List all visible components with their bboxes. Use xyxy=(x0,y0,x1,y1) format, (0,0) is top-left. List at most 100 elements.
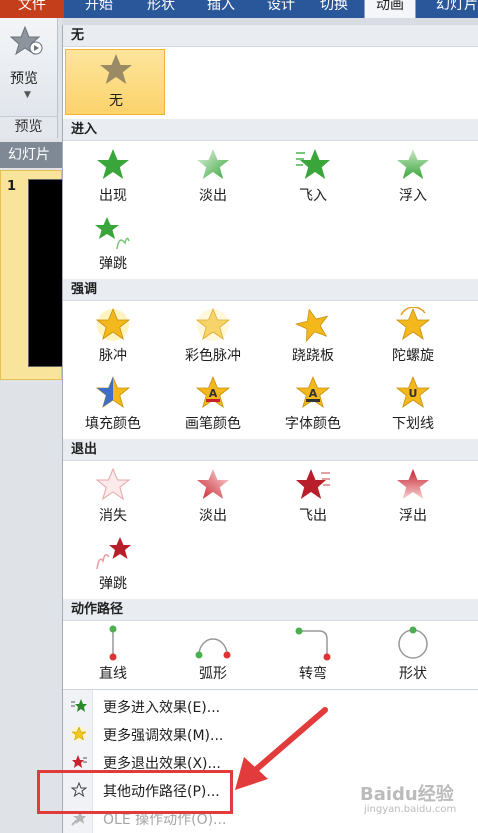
section-header-exit: 退出 xyxy=(63,439,478,461)
menu-separator xyxy=(63,689,478,690)
path-line-label: 直线 xyxy=(99,666,127,682)
tab-transitions[interactable]: 切换 xyxy=(305,0,363,18)
path-shape[interactable]: 形状 xyxy=(363,623,463,689)
emphasis-pulse-icon xyxy=(95,307,131,341)
svg-text:U: U xyxy=(409,387,418,400)
menu-more-entrance-label: 更多进入效果(E)... xyxy=(103,700,221,716)
entrance-fade-label: 淡出 xyxy=(199,188,227,204)
watermark-sub: jingyan.baidu.com xyxy=(364,804,457,815)
watermark: Baidu经验 jingyan.baidu.com xyxy=(360,780,470,820)
emphasis-pulse[interactable]: 脉冲 xyxy=(63,305,163,371)
entrance-bounce-icon xyxy=(95,217,130,250)
entrance-appear-label: 出现 xyxy=(99,188,127,204)
path-arc-label: 弧形 xyxy=(199,666,227,682)
entrance-float-in-label: 浮入 xyxy=(399,188,427,204)
exit-disappear[interactable]: 消失 xyxy=(63,465,163,531)
path-turn[interactable]: 转弯 xyxy=(263,623,363,689)
emphasis-font-color[interactable]: A 字体颜色 xyxy=(263,373,363,439)
emphasis-line-color-label: 画笔颜色 xyxy=(185,416,241,432)
tab-slideshow[interactable]: 幻灯片 xyxy=(422,0,478,18)
entrance-appear[interactable]: 出现 xyxy=(63,145,163,211)
emphasis-fill-color[interactable]: 填充颜色 xyxy=(63,373,163,439)
exit-bounce[interactable]: 弹跳 xyxy=(63,533,163,599)
path-line-icon xyxy=(109,625,117,661)
emphasis-underline-label: 下划线 xyxy=(392,416,434,432)
emphasis-color-pulse-label: 彩色脉冲 xyxy=(185,348,241,364)
section-header-entrance: 进入 xyxy=(63,119,478,141)
yellow-star-icon xyxy=(71,726,87,742)
left-column: 预览 ▼ 预览 幻灯片 1 xyxy=(0,18,64,833)
emphasis-spin[interactable]: 陀螺旋 xyxy=(363,305,463,371)
entrance-fly-in[interactable]: 飞入 xyxy=(263,145,363,211)
emphasis-teeter[interactable]: 跷跷板 xyxy=(263,305,363,371)
emphasis-underline-icon: U xyxy=(395,375,431,408)
entrance-fly-in-label: 飞入 xyxy=(299,188,327,204)
exit-fade-label: 淡出 xyxy=(199,508,227,524)
ribbon-tab-bar: 文件 开始 形状 插入 设计 切换 动画 幻灯片 xyxy=(0,0,478,18)
red-star-icon xyxy=(72,755,87,768)
path-turn-label: 转弯 xyxy=(299,666,327,682)
tab-design[interactable]: 设计 xyxy=(252,0,310,18)
exit-fly-out[interactable]: 飞出 xyxy=(263,465,363,531)
entrance-float-in[interactable]: 浮入 xyxy=(363,145,463,211)
path-shape-label: 形状 xyxy=(399,666,427,682)
emphasis-color-pulse-icon xyxy=(195,307,231,341)
entrance-fade[interactable]: 淡出 xyxy=(163,145,263,211)
exit-disappear-icon xyxy=(95,467,131,501)
exit-float-out-label: 浮出 xyxy=(399,508,427,524)
watermark-text: Baidu经验 xyxy=(360,784,454,805)
slide-thumbnail-item[interactable]: 1 xyxy=(0,170,64,380)
path-line[interactable]: 直线 xyxy=(63,623,163,689)
path-turn-icon xyxy=(295,627,331,661)
emphasis-pulse-label: 脉冲 xyxy=(99,348,127,364)
animation-none[interactable]: 无 xyxy=(65,49,165,115)
preview-star-icon xyxy=(10,26,43,56)
emphasis-teeter-label: 跷跷板 xyxy=(292,348,334,364)
exit-bounce-icon xyxy=(96,537,131,570)
svg-text:A: A xyxy=(309,387,318,400)
entrance-fade-icon xyxy=(197,149,229,179)
path-arc[interactable]: 弧形 xyxy=(163,623,263,689)
slide-thumbnail[interactable] xyxy=(28,179,64,367)
preview-group-label: 预览 xyxy=(0,116,58,138)
entrance-float-in-icon xyxy=(397,149,429,179)
path-arc-icon xyxy=(195,638,231,659)
exit-fly-out-label: 飞出 xyxy=(299,508,327,524)
emphasis-line-color-icon: A xyxy=(195,375,231,408)
exit-float-out[interactable]: 浮出 xyxy=(363,465,463,531)
exit-disappear-label: 消失 xyxy=(99,508,127,524)
section-header-motion-paths: 动作路径 xyxy=(63,599,478,621)
section-header-none: 无 xyxy=(63,25,478,47)
emphasis-font-color-icon: A xyxy=(295,375,331,408)
entrance-fly-in-icon xyxy=(296,149,330,179)
star-none-icon xyxy=(100,54,132,84)
green-star-icon xyxy=(71,699,87,712)
slides-tab[interactable]: 幻灯片 xyxy=(0,142,62,168)
emphasis-spin-icon xyxy=(395,307,431,340)
emphasis-font-color-label: 字体颜色 xyxy=(285,416,341,432)
exit-fade-icon xyxy=(197,469,229,499)
emphasis-teeter-icon xyxy=(295,308,329,343)
preview-button[interactable]: 预览 ▼ xyxy=(0,18,58,116)
tab-home[interactable]: 开始 xyxy=(68,0,130,18)
chevron-down-icon: ▼ xyxy=(24,90,31,100)
tab-file[interactable]: 文件 xyxy=(0,0,64,18)
path-shape-icon xyxy=(398,626,428,659)
emphasis-fill-color-icon xyxy=(95,375,131,408)
entrance-appear-icon xyxy=(97,149,129,179)
annotation-arrow-icon xyxy=(235,707,328,790)
tab-animations[interactable]: 动画 xyxy=(364,0,416,18)
emphasis-line-color[interactable]: A 画笔颜色 xyxy=(163,373,263,439)
animation-none-label: 无 xyxy=(109,93,123,109)
exit-fly-out-icon xyxy=(296,469,330,499)
emphasis-color-pulse[interactable]: 彩色脉冲 xyxy=(163,305,263,371)
tab-insert[interactable]: 插入 xyxy=(192,0,250,18)
exit-float-out-icon xyxy=(397,469,429,499)
emphasis-underline[interactable]: U 下划线 xyxy=(363,373,463,439)
exit-bounce-label: 弹跳 xyxy=(99,576,127,592)
exit-fade[interactable]: 淡出 xyxy=(163,465,263,531)
entrance-bounce[interactable]: 弹跳 xyxy=(63,213,163,279)
preview-label: 预览 xyxy=(10,71,38,87)
emphasis-spin-label: 陀螺旋 xyxy=(392,348,434,364)
tab-shapes[interactable]: 形状 xyxy=(132,0,190,18)
